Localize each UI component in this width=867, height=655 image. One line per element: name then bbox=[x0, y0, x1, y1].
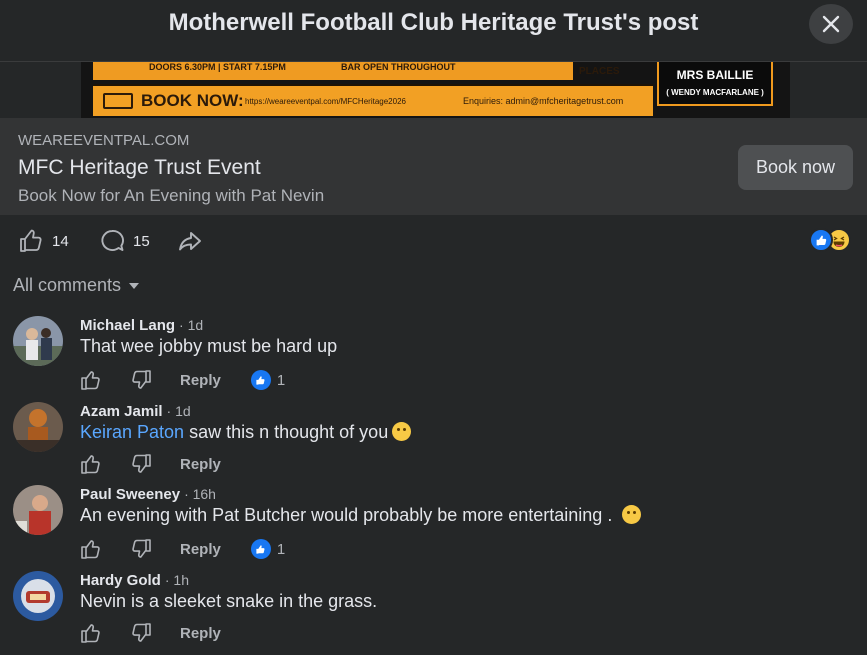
comment-reply-button[interactable]: Reply bbox=[180, 456, 221, 473]
close-button[interactable] bbox=[809, 4, 853, 44]
comment-author[interactable]: Michael Lang bbox=[80, 317, 175, 334]
comment-header: Hardy Gold · 1h bbox=[80, 572, 189, 589]
thumbs-up-icon bbox=[81, 624, 100, 643]
comment-timestamp[interactable]: · 1d bbox=[179, 317, 203, 333]
poster-name-card: MRS BAILLIE ( WENDY MACFARLANE ) bbox=[657, 62, 773, 106]
event-poster-image[interactable]: DOORS 6.30PM | START 7.15PM BAR OPEN THR… bbox=[81, 62, 790, 118]
laughing-emoji-icon bbox=[392, 422, 412, 441]
dialog-title: Motherwell Football Club Heritage Trust'… bbox=[168, 9, 699, 36]
comment-timestamp[interactable]: · 1h bbox=[165, 572, 189, 588]
comment-reaction-count: 1 bbox=[276, 371, 286, 389]
comment-actions: Reply bbox=[80, 622, 221, 644]
comment-reply-button[interactable]: Reply bbox=[180, 625, 221, 642]
poster-bar-text: BAR OPEN THROUGHOUT bbox=[341, 62, 456, 72]
avatar[interactable] bbox=[13, 571, 63, 621]
thumbs-down-icon bbox=[132, 539, 151, 558]
comment-body: An evening with Pat Butcher would probab… bbox=[80, 505, 613, 525]
poster-card-name: MRS BAILLIE bbox=[676, 68, 754, 82]
comment-mention[interactable]: Keiran Paton bbox=[80, 422, 184, 442]
like-count: 14 bbox=[52, 232, 69, 250]
avatar[interactable] bbox=[13, 316, 63, 366]
caret-down-icon bbox=[129, 282, 140, 289]
post-action-bar: 14 15 bbox=[0, 222, 867, 260]
comment-reactions[interactable]: 1 bbox=[250, 370, 286, 390]
like-reaction-icon bbox=[809, 228, 833, 252]
thumbs-up-icon bbox=[20, 229, 42, 252]
comment-header: Michael Lang · 1d bbox=[80, 317, 203, 334]
avatar[interactable] bbox=[13, 402, 63, 452]
comment-bubble-icon bbox=[101, 230, 124, 251]
comment-like-button[interactable] bbox=[80, 369, 102, 391]
like-reaction-icon bbox=[250, 539, 271, 559]
comment-author[interactable]: Azam Jamil bbox=[80, 403, 163, 420]
comment-reply-button[interactable]: Reply bbox=[180, 372, 221, 389]
comment-reactions[interactable]: 1 bbox=[250, 539, 286, 559]
comment-reaction-count: 1 bbox=[276, 540, 286, 558]
comment-actions: Reply 1 bbox=[80, 369, 285, 391]
poster-enquiries: Enquiries: admin@mfcheritagetrust.com bbox=[463, 96, 624, 106]
comment-actions: Reply bbox=[80, 453, 221, 475]
comment-author[interactable]: Hardy Gold bbox=[80, 572, 161, 589]
comment-body: saw this n thought of you bbox=[184, 422, 389, 442]
poster-card-sub: ( WENDY MACFARLANE ) bbox=[666, 88, 764, 97]
poster-info-row: DOORS 6.30PM | START 7.15PM BAR OPEN THR… bbox=[93, 62, 573, 80]
comment-dislike-button[interactable] bbox=[130, 538, 152, 560]
thumbs-up-icon bbox=[81, 455, 100, 474]
comment-text: Nevin is a sleeket snake in the grass. bbox=[80, 591, 377, 612]
ticket-icon bbox=[103, 93, 133, 109]
comment-text: That wee jobby must be hard up bbox=[80, 336, 337, 357]
poster-book-url: https://weareeventpal.com/MFCHeritage202… bbox=[245, 97, 406, 106]
comment-button[interactable]: 15 bbox=[99, 228, 150, 254]
comment-timestamp[interactable]: · 16h bbox=[184, 486, 216, 502]
comment-dislike-button[interactable] bbox=[130, 453, 152, 475]
share-arrow-icon bbox=[179, 232, 201, 251]
like-reaction-icon bbox=[250, 370, 271, 390]
comment-actions: Reply 1 bbox=[80, 538, 285, 560]
comments-sort-label: All comments bbox=[13, 275, 122, 295]
thumbs-up-icon bbox=[81, 371, 100, 390]
avatar[interactable] bbox=[13, 485, 63, 535]
thumbs-up-icon bbox=[81, 540, 100, 559]
poster-places-text: PLACES bbox=[579, 66, 620, 77]
comment-reply-button[interactable]: Reply bbox=[180, 541, 221, 558]
wink-emoji-icon bbox=[622, 505, 642, 524]
post-reaction-summary[interactable] bbox=[809, 228, 857, 254]
like-button[interactable]: 14 bbox=[18, 228, 69, 254]
comment-dislike-button[interactable] bbox=[130, 369, 152, 391]
comment-text: Keiran Paton saw this n thought of you bbox=[80, 422, 412, 443]
comments-sort-dropdown[interactable]: All comments bbox=[13, 275, 140, 296]
link-title: MFC Heritage Trust Event bbox=[18, 156, 261, 179]
comment-body: That wee jobby must be hard up bbox=[80, 336, 338, 356]
link-domain: WEAREEVENTPAL.COM bbox=[18, 132, 190, 149]
book-now-button[interactable]: Book now bbox=[738, 145, 853, 190]
thumbs-down-icon bbox=[132, 370, 151, 389]
post-dialog-header: Motherwell Football Club Heritage Trust'… bbox=[0, 0, 867, 62]
poster-doors-text: DOORS 6.30PM | START 7.15PM bbox=[149, 62, 286, 72]
comment-header: Paul Sweeney · 16h bbox=[80, 486, 216, 503]
comment-text: An evening with Pat Butcher would probab… bbox=[80, 505, 642, 526]
comment-author[interactable]: Paul Sweeney bbox=[80, 486, 180, 503]
thumbs-down-icon bbox=[132, 454, 151, 473]
comment-dislike-button[interactable] bbox=[130, 622, 152, 644]
share-button[interactable] bbox=[177, 228, 203, 254]
close-icon bbox=[822, 15, 840, 33]
comment-body: Nevin is a sleeket snake in the grass. bbox=[80, 591, 378, 611]
comment-count: 15 bbox=[133, 232, 150, 250]
comment-like-button[interactable] bbox=[80, 622, 102, 644]
poster-book-label: BOOK NOW: bbox=[141, 91, 244, 110]
link-description: Book Now for An Evening with Pat Nevin bbox=[18, 186, 325, 205]
comment-like-button[interactable] bbox=[80, 453, 102, 475]
comment-like-button[interactable] bbox=[80, 538, 102, 560]
poster-book-banner: BOOK NOW: https://weareeventpal.com/MFCH… bbox=[93, 84, 653, 116]
comment-header: Azam Jamil · 1d bbox=[80, 403, 191, 420]
link-preview-card[interactable]: WEAREEVENTPAL.COM MFC Heritage Trust Eve… bbox=[0, 118, 867, 215]
thumbs-down-icon bbox=[132, 623, 151, 642]
comment-timestamp[interactable]: · 1d bbox=[167, 403, 191, 419]
